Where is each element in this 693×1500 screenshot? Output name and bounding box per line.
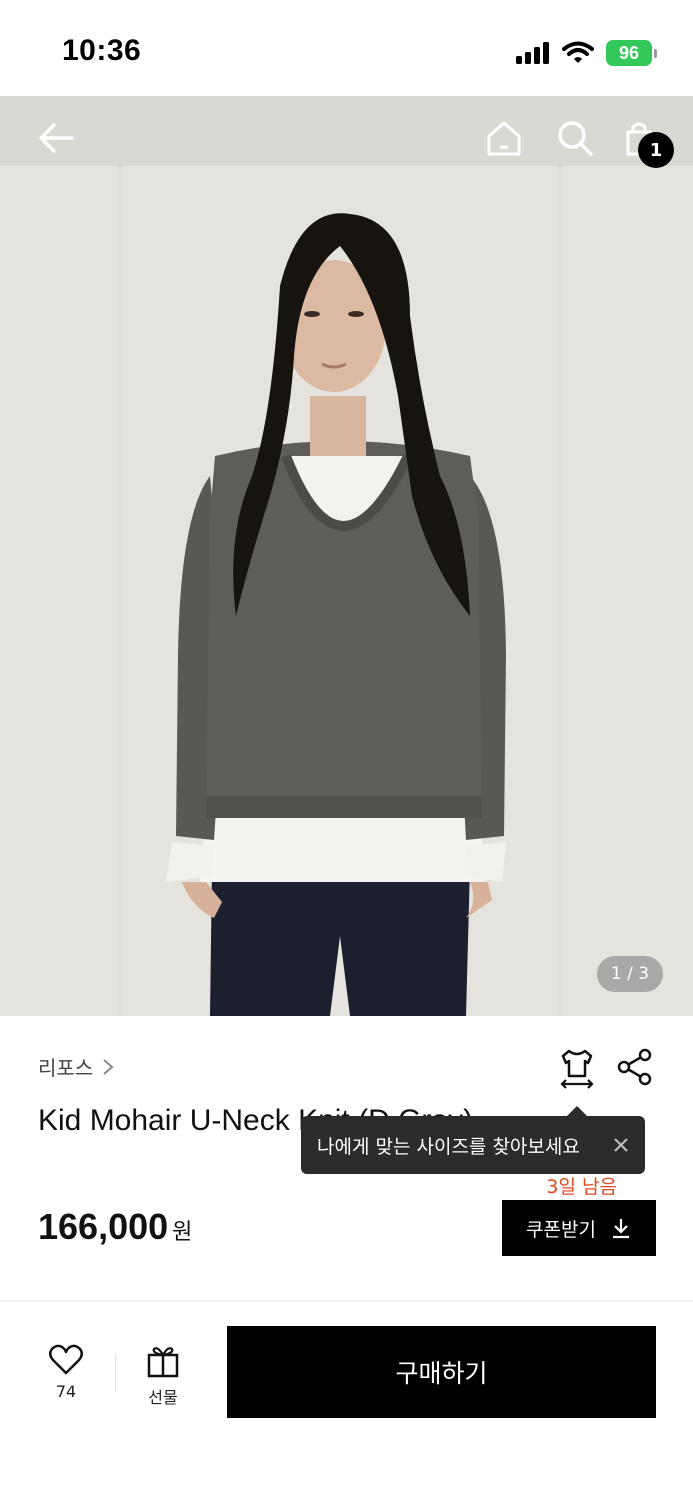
- product-photo: [0, 96, 693, 1016]
- price-value: 166,000: [38, 1206, 169, 1247]
- gift-icon: [147, 1347, 179, 1378]
- close-icon[interactable]: [609, 1133, 633, 1157]
- coupon-days-left: 3일 남음: [546, 1176, 617, 1198]
- cart-count-badge: 1: [638, 132, 674, 168]
- coupon-label: 쿠폰받기: [526, 1218, 596, 1241]
- image-pager: 1 / 3: [597, 956, 663, 992]
- top-nav: [0, 96, 693, 184]
- status-bar: 10:36 96: [0, 0, 693, 92]
- size-guide-button[interactable]: [559, 1048, 595, 1094]
- back-arrow-icon: [39, 123, 74, 153]
- home-icon: [487, 121, 521, 156]
- share-icon: [617, 1048, 652, 1086]
- buy-button[interactable]: 구매하기: [227, 1326, 656, 1418]
- heart-icon: [49, 1344, 83, 1375]
- battery-tip: [654, 48, 657, 58]
- signal-icon: [516, 42, 549, 64]
- back-button[interactable]: [32, 114, 80, 162]
- home-button[interactable]: [480, 114, 528, 162]
- price-currency: 원: [172, 1220, 193, 1245]
- bottom-separator: [115, 1354, 116, 1392]
- tooltip-text: 나에게 맞는 사이즈를 찾아보세요: [317, 1135, 580, 1158]
- brand-name: 리포스: [38, 1056, 94, 1080]
- battery-level: 96: [606, 40, 652, 66]
- gift-label: 선물: [148, 1388, 178, 1407]
- search-icon: [558, 121, 593, 156]
- buy-label: 구매하기: [395, 1359, 488, 1388]
- product-image[interactable]: [0, 96, 693, 1016]
- like-button[interactable]: 74: [31, 1344, 101, 1401]
- battery-indicator: 96: [606, 40, 657, 66]
- product-tools: [559, 1048, 653, 1094]
- gift-button[interactable]: 선물: [128, 1344, 198, 1408]
- download-icon: [612, 1219, 629, 1239]
- share-button[interactable]: [617, 1048, 653, 1094]
- search-button[interactable]: [551, 114, 599, 162]
- brand-link[interactable]: 리포스: [38, 1052, 115, 1081]
- section-divider: [0, 1300, 693, 1302]
- tooltip-arrow: [567, 1106, 587, 1116]
- coupon-button[interactable]: 쿠폰받기: [502, 1200, 656, 1256]
- like-count: 74: [55, 1382, 77, 1401]
- price: 166,000 원: [38, 1206, 192, 1248]
- status-time: 10:36: [62, 34, 142, 67]
- wifi-icon: [562, 41, 594, 63]
- status-icons: 96: [516, 40, 657, 66]
- size-tooltip: 나에게 맞는 사이즈를 찾아보세요: [301, 1116, 645, 1174]
- size-tshirt-icon: [560, 1049, 594, 1089]
- chevron-right-icon: [103, 1058, 114, 1075]
